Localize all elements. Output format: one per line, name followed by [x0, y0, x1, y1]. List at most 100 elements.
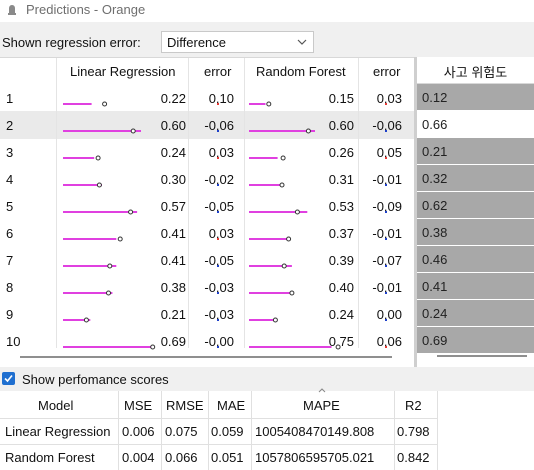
scores-cell: 1057806595705.021 — [255, 450, 375, 465]
scores-cell: 0.066 — [165, 450, 198, 465]
risk-cell[interactable]: 0.21 — [417, 138, 534, 165]
risk-value: 0.41 — [422, 279, 448, 294]
performance-checkbox-label[interactable]: Show perfomance scores — [22, 372, 169, 387]
rf-actual-marker — [281, 263, 287, 269]
window-title: Predictions - Orange — [26, 2, 146, 17]
title-bar: Predictions - Orange — [0, 0, 534, 22]
scores-header-mse[interactable]: MSE — [124, 398, 152, 413]
rf-error-tick — [385, 184, 387, 186]
scores-header-model[interactable]: Model — [38, 398, 73, 413]
checkmark-icon — [4, 374, 13, 383]
risk-value: 0.21 — [422, 144, 448, 159]
risk-value: 0.69 — [422, 333, 448, 348]
scores-header-rmse[interactable]: RMSE — [166, 398, 204, 413]
prediction-bars — [63, 101, 387, 350]
risk-value: 0.24 — [422, 306, 448, 321]
lr-error-tick — [217, 238, 219, 240]
lr-actual-marker — [150, 344, 156, 350]
lr-error-tick — [217, 292, 219, 294]
error-type-label: Shown regression error: — [2, 35, 141, 50]
risk-cell[interactable]: 0.41 — [417, 273, 534, 300]
predictions-table[interactable]: Linear Regression error Random Forest er… — [0, 57, 414, 367]
scores-cell: 0.006 — [122, 424, 155, 439]
scores-table: Model MSE RMSE MAE MAPE R2 Linear Regres… — [0, 388, 534, 470]
lr-error-tick — [217, 130, 219, 132]
rf-actual-marker — [289, 290, 295, 296]
rf-actual-marker — [294, 209, 300, 215]
rf-actual-marker — [279, 182, 285, 188]
horizontal-scrollbar[interactable] — [20, 356, 392, 358]
lr-actual-marker — [95, 155, 101, 161]
scores-header-mape[interactable]: MAPE — [303, 398, 340, 413]
risk-header-label: 사고 위험도 — [443, 65, 508, 80]
risk-value: 0.46 — [422, 252, 448, 267]
rf-error-tick — [385, 103, 387, 105]
risk-cell[interactable]: 0.69 — [417, 327, 534, 354]
scores-column-divider — [118, 391, 119, 470]
rf-error-tick — [385, 130, 387, 132]
rf-actual-marker — [305, 128, 311, 134]
risk-value: 0.12 — [422, 90, 448, 105]
rf-error-tick — [385, 157, 387, 159]
risk-cell[interactable]: 0.38 — [417, 219, 534, 246]
scores-cell: 1005408470149.808 — [255, 424, 375, 439]
risk-cell[interactable]: 0.46 — [417, 246, 534, 273]
scores-cell: 0.004 — [122, 450, 155, 465]
error-type-dropdown[interactable]: Difference — [161, 31, 314, 53]
lr-error-tick — [217, 319, 219, 321]
lr-error-tick — [217, 211, 219, 213]
scores-column-divider — [161, 391, 162, 470]
rf-error-tick — [385, 211, 387, 213]
risk-header[interactable]: 사고 위험도 — [417, 57, 534, 84]
performance-checkbox[interactable] — [2, 372, 15, 385]
rf-actual-marker — [286, 236, 292, 242]
error-type-value: Difference — [167, 35, 227, 50]
rf-error-tick — [385, 319, 387, 321]
risk-value: 0.32 — [422, 171, 448, 186]
scores-cell: 0.051 — [211, 450, 244, 465]
risk-horizontal-scrollbar[interactable] — [437, 355, 527, 357]
scores-column-divider — [208, 391, 209, 470]
lr-error-tick — [217, 157, 219, 159]
lr-actual-marker — [96, 182, 102, 188]
risk-cell[interactable]: 0.62 — [417, 192, 534, 219]
lr-error-tick — [217, 265, 219, 267]
risk-value: 0.38 — [422, 225, 448, 240]
lr-error-tick — [217, 103, 219, 105]
lr-actual-marker — [107, 263, 113, 269]
risk-table[interactable]: 사고 위험도 0.12 0.66 0.21 0.32 0.62 0.38 0.46 0.41 0… — [417, 57, 534, 367]
lr-actual-marker — [117, 236, 123, 242]
scores-header-divider — [0, 418, 437, 419]
rf-actual-marker — [272, 317, 278, 323]
rf-actual-marker — [266, 101, 272, 107]
lr-error-tick — [217, 184, 219, 186]
rf-error-tick — [385, 265, 387, 267]
scores-header-r2[interactable]: R2 — [405, 398, 422, 413]
orange-app-icon — [8, 5, 16, 15]
scores-cell: 0.798 — [397, 424, 430, 439]
scores-cell: Linear Regression — [5, 424, 111, 439]
risk-cell[interactable]: 0.24 — [417, 300, 534, 327]
rf-actual-marker — [280, 155, 286, 161]
rf-error-tick — [385, 292, 387, 294]
chevron-down-icon — [297, 39, 307, 45]
lr-actual-marker — [128, 209, 134, 215]
rf-error-tick — [385, 346, 387, 348]
lr-actual-marker — [130, 128, 136, 134]
risk-value: 0.66 — [422, 117, 448, 132]
lr-error-tick — [217, 346, 219, 348]
risk-value: 0.62 — [422, 198, 448, 213]
scores-cell: 0.075 — [165, 424, 198, 439]
scores-column-divider — [394, 391, 395, 470]
scores-cell: Random Forest — [5, 450, 95, 465]
scores-cell: 0.059 — [211, 424, 244, 439]
scores-column-divider — [251, 391, 252, 470]
scores-cell: 0.842 — [397, 450, 430, 465]
lr-actual-marker — [106, 290, 111, 296]
risk-cell[interactable]: 0.66 — [417, 111, 534, 138]
scores-column-divider — [437, 391, 438, 470]
risk-cell[interactable]: 0.12 — [417, 84, 534, 111]
scores-header-mae[interactable]: MAE — [217, 398, 245, 413]
risk-cell[interactable]: 0.32 — [417, 165, 534, 192]
lr-actual-marker — [83, 317, 89, 323]
